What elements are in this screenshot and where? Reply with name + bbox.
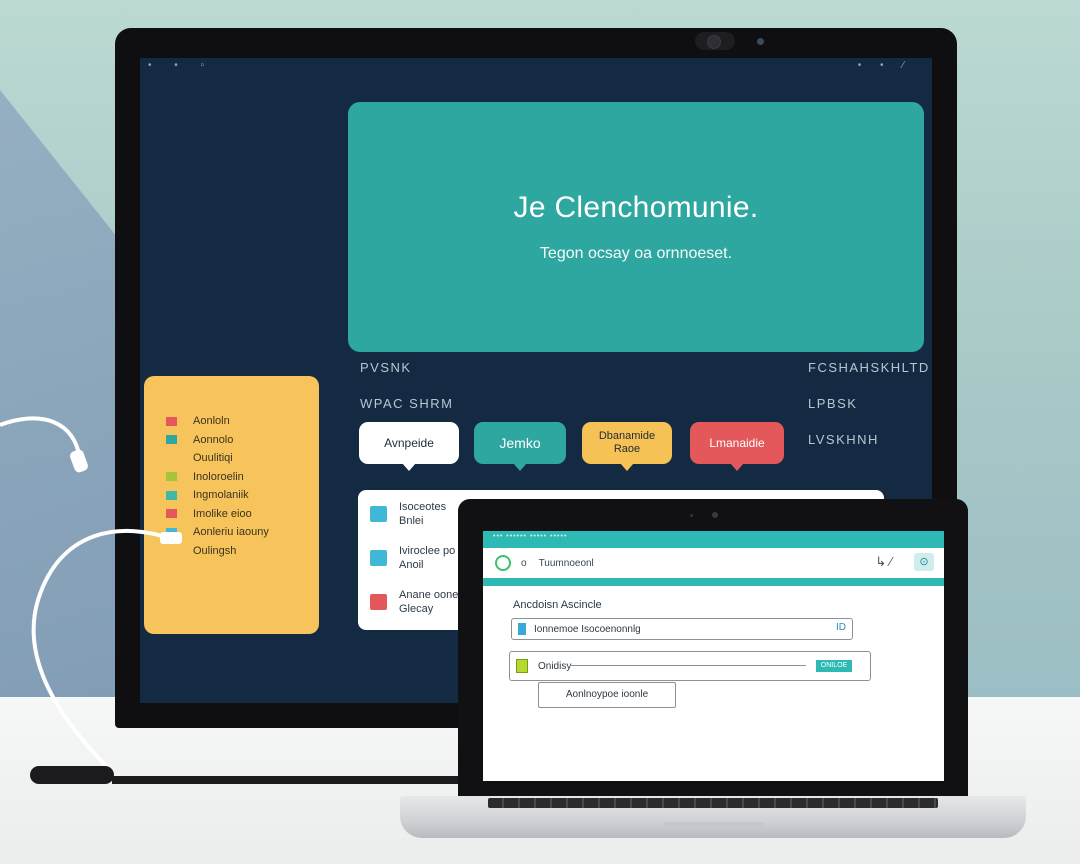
field-icon xyxy=(516,659,528,673)
bubble-button-3[interactable]: Dbanamide Raoe xyxy=(582,422,672,471)
bubble-button-4[interactable]: Lmanaidie xyxy=(690,422,784,471)
laptop-sensor-icon xyxy=(690,514,693,517)
legend-item-label: Inoloroelin xyxy=(193,470,244,483)
laptop-top-bar: ••• •••••• ••••• ••••• xyxy=(483,531,944,548)
cable-icon xyxy=(0,416,182,774)
section-label-left-2: WPAC SHRM xyxy=(360,396,454,411)
circle-icon: o xyxy=(521,557,527,569)
hero-title: Je Clenchomunie. xyxy=(513,191,759,224)
legend-item-label: Ingmolaniik xyxy=(193,489,249,502)
monitor-stand-bar xyxy=(112,776,458,784)
camera-light-icon xyxy=(757,38,764,45)
monitor-stand-base xyxy=(30,766,114,784)
laptop-webcam-icon xyxy=(712,512,718,518)
app-logo-icon xyxy=(495,555,511,571)
item-icon xyxy=(370,594,387,610)
field-end-badge: ID xyxy=(836,622,846,633)
item-icon xyxy=(370,506,387,522)
text-field-1[interactable]: Ionnemoe Isocoenonnlg ID xyxy=(511,618,853,640)
submit-button[interactable]: Aonlnoypoe ioonle xyxy=(538,682,676,708)
section-label-right-3: LVSKHNH xyxy=(808,432,879,447)
list-item-text: Anane ooneni Glecay xyxy=(399,589,467,615)
list-item[interactable]: Anane ooneni Glecay xyxy=(370,588,467,616)
keyboard xyxy=(488,798,938,808)
text-field-1-value: Ionnemoe Isocoenonnlg xyxy=(534,623,641,635)
hero-banner: Je Clenchomunie. Tegon ocsay oa ornnoese… xyxy=(348,102,924,352)
section-label-right-2: LPBSK xyxy=(808,396,858,411)
section-label-left-1: PVSNK xyxy=(360,360,412,375)
item-icon xyxy=(370,550,387,566)
bubble-button-2[interactable]: Jemko xyxy=(474,422,566,471)
laptop-app-title: Tuumnoeonl xyxy=(538,557,594,569)
list-item-text: Iviroclee po Anoil xyxy=(399,545,456,571)
webcam-icon xyxy=(695,32,735,50)
laptop-app-header: o Tuumnoeonl ↳ ⁄ ⊙ xyxy=(483,548,944,586)
hero-subtitle: Tegon ocsay oa ornnoeset. xyxy=(539,245,733,262)
field-icon xyxy=(518,623,526,635)
text-field-2[interactable]: Onidisy ONILOE xyxy=(509,651,871,681)
edit-icon[interactable]: ↳ ⁄ xyxy=(875,554,892,570)
bubble-button-1[interactable]: Avnpeide xyxy=(359,422,459,471)
list-item[interactable]: Iviroclee po Anoil xyxy=(370,544,455,572)
text-field-2-value: Onidisy xyxy=(538,660,572,672)
field-chip[interactable]: ONILOE xyxy=(816,660,852,672)
list-item[interactable]: Isoceotes Bnlei xyxy=(370,500,446,528)
settings-button[interactable]: ⊙ xyxy=(914,553,934,571)
field-underline xyxy=(570,665,806,666)
legend-item-label: Imolike eioo xyxy=(193,507,252,520)
list-item-text: Isoceotes Bnlei xyxy=(399,501,447,527)
laptop: ••• •••••• ••••• ••••• o Tuumnoeonl ↳ ⁄ … xyxy=(458,499,968,801)
legend-item-label: Aonleriu iaouny xyxy=(193,526,269,539)
window-dots-left: • • ▫ xyxy=(148,60,215,71)
form-section-label: Ancdoisn Ascincle xyxy=(513,599,602,611)
laptop-notch xyxy=(663,822,763,828)
laptop-top-bar-text: ••• •••••• ••••• ••••• xyxy=(493,533,568,540)
laptop-screen: ••• •••••• ••••• ••••• o Tuumnoeonl ↳ ⁄ … xyxy=(483,531,944,781)
section-label-right-1: FCSHAHSKHLTD xyxy=(808,360,930,375)
window-dots-right: • • ⁄ xyxy=(857,60,912,71)
